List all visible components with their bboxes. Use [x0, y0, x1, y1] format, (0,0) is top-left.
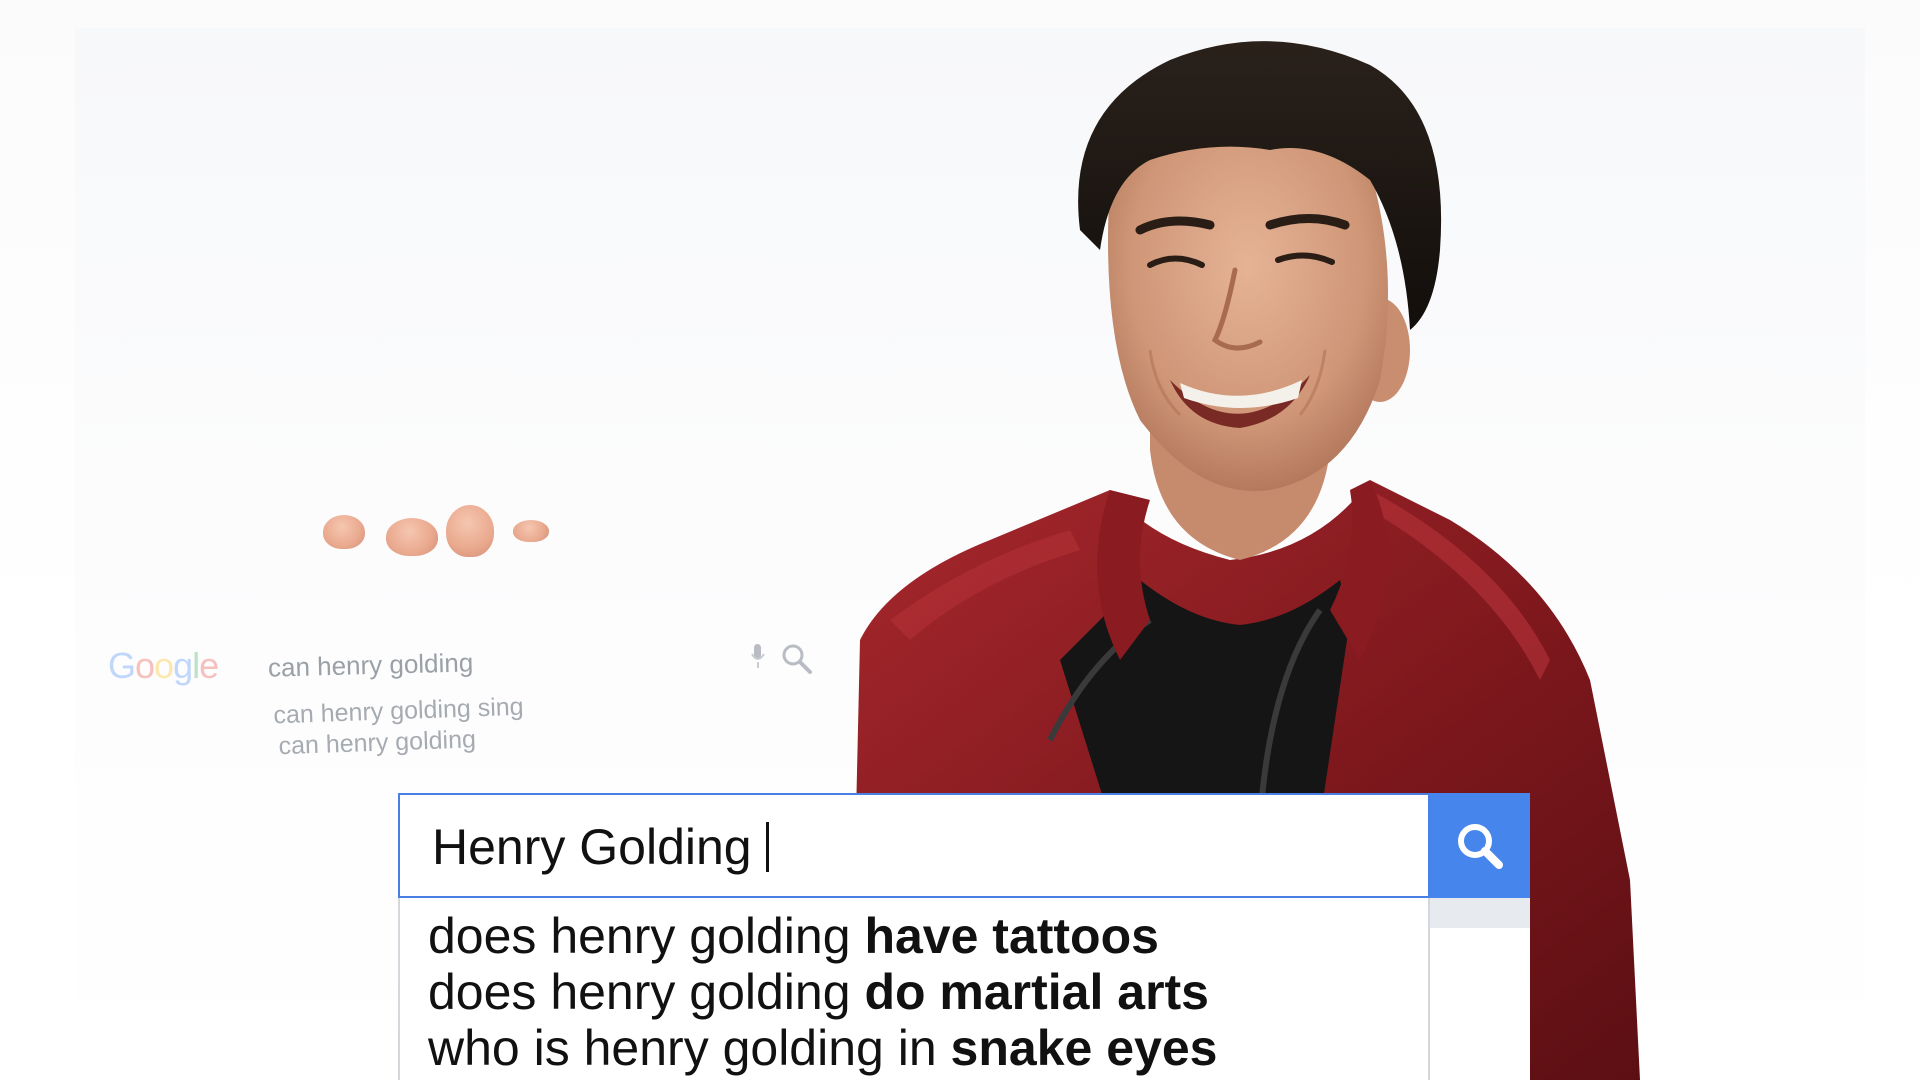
suggestion-item[interactable]: who is henry golding in snake eyes: [428, 1020, 1217, 1076]
suggestion-item[interactable]: does henry golding have tattoos: [428, 908, 1159, 964]
suggestion-completion: have tattoos: [864, 908, 1159, 964]
search-query-text: Henry Golding: [432, 819, 752, 875]
logo-letter: g: [173, 645, 193, 686]
search-button[interactable]: [1430, 793, 1530, 898]
text-cursor: [765, 822, 769, 872]
mic-icon: [751, 644, 765, 668]
search-icon: [782, 644, 812, 674]
suggestion-item[interactable]: does henry golding do martial arts: [428, 964, 1209, 1020]
google-logo: Google: [108, 645, 219, 687]
logo-letter: e: [199, 645, 219, 686]
background-google-card: Google can henry golding can henry goldi…: [88, 620, 828, 770]
suggestion-completion: do martial arts: [864, 964, 1209, 1020]
search-button-gap: [1430, 928, 1530, 1080]
fingertips: [318, 500, 558, 570]
logo-letter: o: [135, 645, 155, 686]
logo-letter: G: [108, 645, 136, 686]
search-query: Henry Golding: [432, 817, 769, 877]
search-input[interactable]: Henry Golding: [398, 793, 1430, 898]
suggestions-dropdown: does henry golding have tattoos does hen…: [398, 898, 1430, 1080]
logo-letter: o: [154, 645, 174, 686]
search-icon: [1458, 823, 1503, 869]
background-suggestions: can henry golding sing can henry golding: [273, 692, 525, 763]
background-query: can henry golding: [267, 647, 474, 683]
suggestion-prefix: who is henry golding in: [428, 1020, 951, 1076]
suggestion-prefix: does henry golding: [428, 964, 865, 1020]
suggestion-completion: snake eyes: [950, 1020, 1218, 1076]
suggestion-prefix: does henry golding: [428, 908, 865, 964]
search-button-shadow: [1430, 898, 1530, 928]
